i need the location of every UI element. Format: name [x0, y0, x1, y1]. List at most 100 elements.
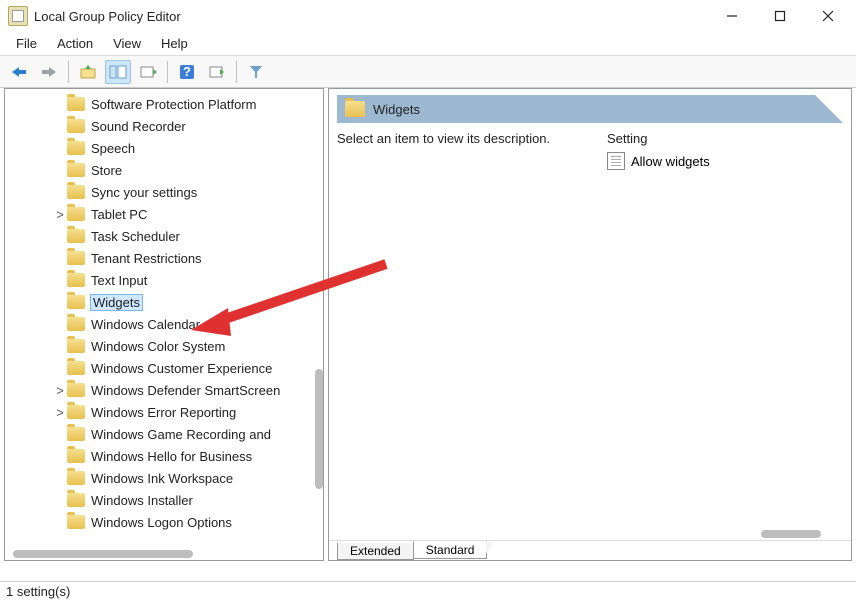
tree-node-label: Software Protection Platform [91, 97, 256, 112]
details-horizontal-scrollbar[interactable] [761, 530, 821, 538]
tree-node[interactable]: Windows Ink Workspace [5, 467, 315, 489]
tree-node[interactable]: Widgets [5, 291, 315, 313]
setting-label: Allow widgets [631, 154, 710, 169]
folder-icon [67, 185, 85, 199]
tree-node[interactable]: Windows Calendar [5, 313, 315, 335]
tree-node[interactable]: Sound Recorder [5, 115, 315, 137]
tab-strip: Extended Standard [329, 540, 851, 560]
folder-icon [67, 317, 85, 331]
tree-node-label: Windows Color System [91, 339, 225, 354]
tree-node[interactable]: Tenant Restrictions [5, 247, 315, 269]
app-icon [8, 6, 28, 26]
folder-icon [67, 361, 85, 375]
folder-icon [67, 229, 85, 243]
svg-text:?: ? [183, 64, 191, 79]
tree-node[interactable]: Sync your settings [5, 181, 315, 203]
export-list-button[interactable] [135, 60, 161, 84]
folder-icon [67, 427, 85, 441]
folder-icon [67, 493, 85, 507]
details-title: Widgets [373, 102, 420, 117]
minimize-button[interactable] [708, 1, 756, 31]
close-button[interactable] [804, 1, 852, 31]
folder-icon [67, 383, 85, 397]
tree-node[interactable]: Windows Customer Experience [5, 357, 315, 379]
tree-node-label: Windows Customer Experience [91, 361, 272, 376]
tree-node-label: Windows Installer [91, 493, 193, 508]
tree-node-label: Task Scheduler [91, 229, 180, 244]
tree-node[interactable]: Windows Installer [5, 489, 315, 511]
tree-node[interactable]: > Windows Error Reporting [5, 401, 315, 423]
tree-node-label: Windows Hello for Business [91, 449, 252, 464]
folder-icon [67, 97, 85, 111]
expand-toggle[interactable]: > [53, 405, 67, 420]
folder-icon [345, 101, 365, 117]
tree-node-label: Tenant Restrictions [91, 251, 202, 266]
folder-icon [67, 471, 85, 485]
toolbar-sep [167, 61, 168, 83]
tree-horizontal-scrollbar[interactable] [13, 550, 193, 558]
tab-standard[interactable]: Standard [413, 541, 488, 559]
nav-forward-button[interactable] [36, 60, 62, 84]
tree-node[interactable]: > Tablet PC [5, 203, 315, 225]
tree-node-label: Speech [91, 141, 135, 156]
tree-node-label: Windows Defender SmartScreen [91, 383, 280, 398]
tree-node[interactable]: Store [5, 159, 315, 181]
menu-file[interactable]: File [6, 34, 47, 53]
window-title: Local Group Policy Editor [34, 9, 708, 24]
tree-node-label: Windows Logon Options [91, 515, 232, 530]
folder-icon [67, 449, 85, 463]
description-text: Select an item to view its description. [337, 131, 587, 540]
tree-node-label: Text Input [91, 273, 147, 288]
tree-node[interactable]: Task Scheduler [5, 225, 315, 247]
tab-extended[interactable]: Extended [337, 543, 414, 560]
filter-button[interactable] [243, 60, 269, 84]
menu-bar: File Action View Help [0, 32, 856, 56]
menu-view[interactable]: View [103, 34, 151, 53]
tree-node-label: Sync your settings [91, 185, 197, 200]
folder-icon [67, 515, 85, 529]
menu-action[interactable]: Action [47, 34, 103, 53]
toolbar-sep [68, 61, 69, 83]
toolbar-sep [236, 61, 237, 83]
nav-back-button[interactable] [6, 60, 32, 84]
tree-node-label: Windows Ink Workspace [91, 471, 233, 486]
tree-node-label: Windows Calendar [91, 317, 200, 332]
tree-node[interactable]: Software Protection Platform [5, 93, 315, 115]
policy-icon [607, 152, 625, 170]
expand-toggle[interactable]: > [53, 383, 67, 398]
tree-node[interactable]: Speech [5, 137, 315, 159]
details-header: Widgets [337, 95, 843, 123]
expand-toggle[interactable]: > [53, 207, 67, 222]
help-button[interactable]: ? [174, 60, 200, 84]
folder-icon [67, 339, 85, 353]
up-folder-button[interactable] [75, 60, 101, 84]
properties-button[interactable] [204, 60, 230, 84]
menu-help[interactable]: Help [151, 34, 198, 53]
folder-icon [67, 251, 85, 265]
tree-node[interactable]: Windows Color System [5, 335, 315, 357]
folder-icon [67, 405, 85, 419]
tree-node-label: Sound Recorder [91, 119, 186, 134]
status-bar: 1 setting(s) [0, 581, 856, 601]
tree-node-label: Store [91, 163, 122, 178]
tree-vertical-scrollbar[interactable] [315, 369, 323, 489]
tree-node-label: Widgets [91, 295, 142, 310]
settings-column-header[interactable]: Setting [607, 131, 843, 146]
tree-node[interactable]: Text Input [5, 269, 315, 291]
tree-node-label: Windows Error Reporting [91, 405, 236, 420]
tree-node[interactable]: > Windows Defender SmartScreen [5, 379, 315, 401]
folder-icon [67, 163, 85, 177]
setting-row[interactable]: Allow widgets [607, 152, 843, 170]
tree-node[interactable]: Windows Game Recording and [5, 423, 315, 445]
folder-icon [67, 119, 85, 133]
tree-node-label: Windows Game Recording and [91, 427, 271, 442]
tree-panel: Software Protection Platform Sound Record… [4, 88, 324, 561]
tree-node-label: Tablet PC [91, 207, 147, 222]
maximize-button[interactable] [756, 1, 804, 31]
folder-icon [67, 141, 85, 155]
folder-icon [67, 207, 85, 221]
toolbar: ? [0, 56, 856, 88]
show-tree-button[interactable] [105, 60, 131, 84]
tree-node[interactable]: Windows Hello for Business [5, 445, 315, 467]
tree-node[interactable]: Windows Logon Options [5, 511, 315, 533]
